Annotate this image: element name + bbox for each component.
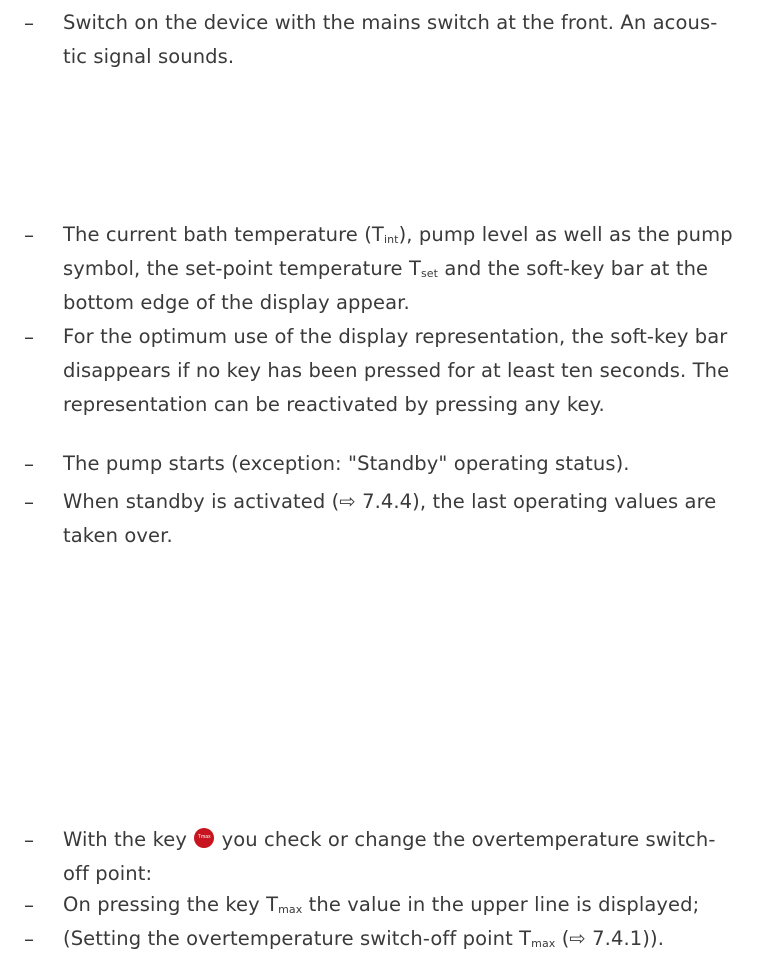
- text-segment: the value in the upper line is displayed…: [302, 893, 700, 916]
- text-line: For the optimum use of the display repre…: [63, 325, 728, 348]
- bullet-dash: –: [24, 11, 34, 35]
- bullet-dash: –: [24, 223, 34, 247]
- text-segment: (⇨ 7.4.1)).: [555, 927, 664, 950]
- item-text: Switch on the device with the mains swit…: [63, 6, 753, 74]
- text-line: disappears if no key has been pressed fo…: [63, 359, 730, 382]
- subscript: max: [531, 937, 556, 950]
- text-line: representation can be reactivated by pre…: [63, 393, 605, 416]
- text-line: taken over.: [63, 524, 173, 547]
- text-line: Switch on the device with the mains swit…: [63, 11, 718, 34]
- text-line: The current bath temperature (Tint), pum…: [63, 218, 753, 252]
- text-line: (Setting the overtemperature switch-off …: [63, 922, 753, 956]
- subscript: set: [420, 267, 439, 280]
- text-segment: (Setting the overtemperature switch-off …: [63, 927, 532, 950]
- subscript: max: [278, 903, 303, 916]
- text-line: tic signal sounds.: [63, 45, 235, 68]
- item-text: The pump starts (exception: "Standby" op…: [63, 447, 753, 481]
- text-line: When standby is activated (⇨ 7.4.4), the…: [63, 490, 717, 513]
- text-line: On pressing the key Tmax the value in th…: [63, 888, 753, 922]
- text-line: With the key Tmax you check or change th…: [63, 823, 753, 857]
- tmax-key-label: Tmax: [197, 834, 211, 840]
- text-segment: symbol, the set-point temperature T: [63, 257, 421, 280]
- text-line: bottom edge of the display appear.: [63, 291, 410, 314]
- item-text: When standby is activated (⇨ 7.4.4), the…: [63, 485, 753, 553]
- text-segment: On pressing the key T: [63, 893, 279, 916]
- item-text: (Setting the overtemperature switch-off …: [63, 922, 753, 956]
- text-segment: ), pump level as well as the pump: [398, 223, 733, 246]
- text-line: symbol, the set-point temperature Tset a…: [63, 252, 753, 286]
- text-segment: The current bath temperature (T: [63, 223, 384, 246]
- text-line: The pump starts (exception: "Standby" op…: [63, 452, 630, 475]
- item-text: The current bath temperature (Tint), pum…: [63, 218, 753, 320]
- tmax-key-icon: Tmax: [194, 828, 215, 848]
- bullet-dash: –: [24, 828, 34, 852]
- item-text: For the optimum use of the display repre…: [63, 320, 753, 422]
- bullet-dash: –: [24, 490, 34, 514]
- text-segment: you check or change the overtemperature …: [215, 828, 716, 851]
- manual-page: { "items": { "i1": { "line1": "Switch on…: [0, 0, 773, 962]
- bullet-dash: –: [24, 452, 34, 476]
- text-segment: With the key: [63, 828, 194, 851]
- bullet-dash: –: [24, 325, 34, 349]
- item-text: With the key Tmax you check or change th…: [63, 823, 753, 891]
- text-segment: and the soft-key bar at the: [438, 257, 709, 280]
- item-text: On pressing the key Tmax the value in th…: [63, 888, 753, 922]
- subscript: int: [383, 233, 399, 246]
- text-line: off point:: [63, 862, 153, 885]
- bullet-dash: –: [24, 927, 34, 951]
- bullet-dash: –: [24, 893, 34, 917]
